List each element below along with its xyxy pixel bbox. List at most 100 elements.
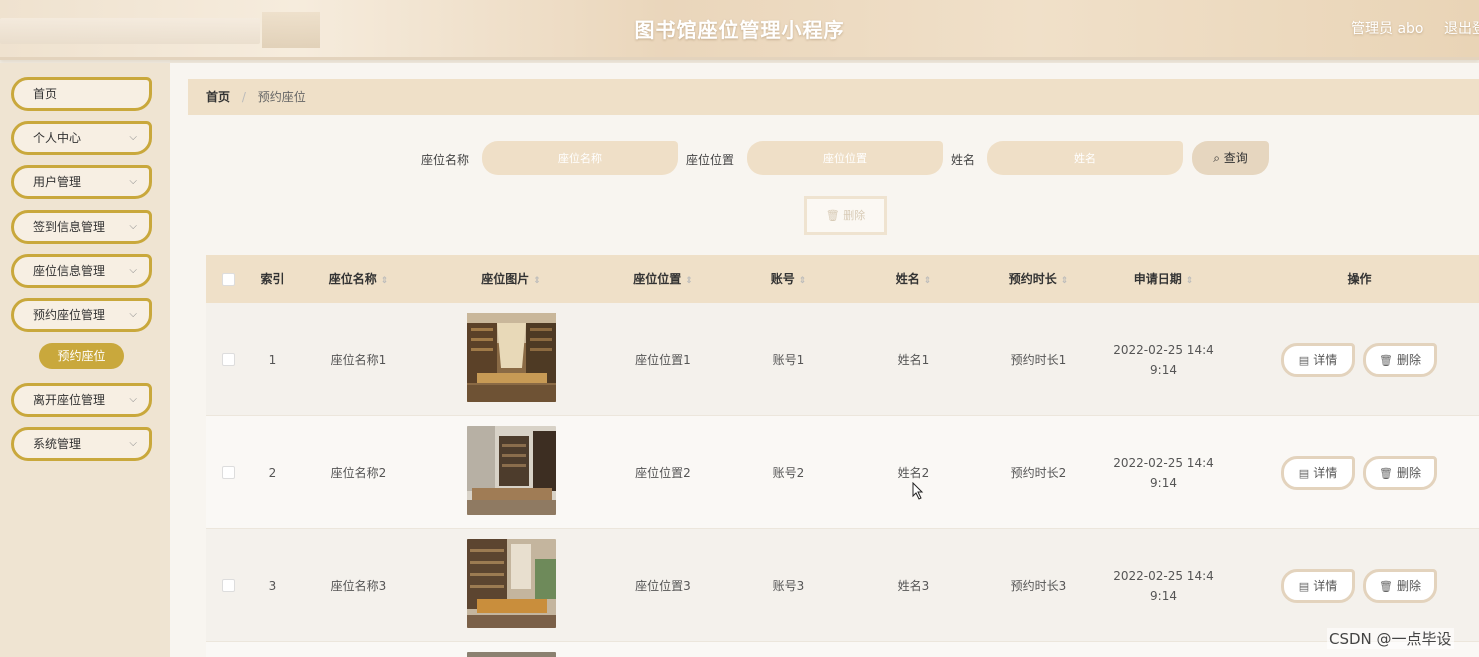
header-date[interactable]: 申请日期 ⇕ — [1101, 255, 1226, 303]
header-seat-image[interactable]: 座位图片 ⇕ — [422, 255, 600, 303]
sort-icon: ⇕ — [380, 276, 389, 286]
seat-image — [467, 426, 556, 515]
sidebar-item-checkin[interactable]: 签到信息管理 ⌵ — [11, 210, 152, 244]
header-index: 索引 — [260, 272, 285, 286]
cell-seat-name: 座位名称2 — [330, 466, 387, 480]
table-row: 2 座位名称2 座位位置2 账号2 姓名2 预约时长2 2022-02-25 1… — [206, 416, 1479, 529]
header-operations: 操作 — [1347, 272, 1372, 286]
trash-icon: 🗑 — [1379, 580, 1393, 593]
seat-location-input[interactable] — [747, 141, 943, 175]
seat-image — [467, 539, 556, 628]
seat-name-label: 座位名称 — [421, 153, 470, 167]
cell-seat-location: 座位位置1 — [635, 353, 691, 367]
detail-button[interactable]: ▤ 详情 — [1281, 569, 1355, 603]
delete-button[interactable]: 🗑 删除 — [1363, 569, 1437, 603]
sort-icon: ⇕ — [1185, 276, 1194, 286]
row-checkbox[interactable] — [222, 579, 235, 592]
breadcrumb-current: 预约座位 — [257, 90, 306, 104]
sidebar-item-seat-info[interactable]: 座位信息管理 ⌵ — [11, 254, 152, 288]
time-line: 9:14 — [1150, 588, 1177, 603]
sidebar-item-reservation[interactable]: 预约座位管理 ⌵ — [11, 298, 152, 332]
sort-icon: ⇕ — [1060, 276, 1069, 286]
cell-index: 1 — [268, 352, 277, 367]
detail-button[interactable]: ▤ 详情 — [1281, 456, 1355, 490]
top-header: 图书馆座位管理小程序 管理员 abo 退出登 — [0, 0, 1479, 60]
row-checkbox[interactable] — [222, 466, 235, 479]
breadcrumb-home[interactable]: 首页 — [206, 90, 230, 104]
name-label: 姓名 — [951, 153, 976, 167]
date-line: 2022-02-25 14:4 — [1113, 342, 1214, 357]
cell-name: 姓名2 — [897, 466, 930, 480]
batch-delete-label: 删除 — [843, 209, 866, 222]
delete-label: 删除 — [1396, 466, 1421, 480]
cell-index: 3 — [268, 578, 277, 593]
delete-button[interactable]: 🗑 删除 — [1363, 343, 1437, 377]
sidebar-item-label: 签到信息管理 — [33, 220, 106, 234]
delete-label: 删除 — [1396, 579, 1421, 593]
date-line: 2022-02-25 14:4 — [1113, 568, 1214, 583]
sort-icon: ⇕ — [685, 276, 693, 286]
batch-delete-button[interactable]: 🗑 删除 — [804, 196, 887, 235]
cell-duration: 预约时长3 — [1010, 579, 1067, 593]
header-account[interactable]: 账号 ⇕ — [726, 255, 851, 303]
detail-button[interactable]: ▤ 详情 — [1281, 343, 1355, 377]
cell-name: 姓名3 — [897, 579, 930, 593]
main-content: 首页 / 预约座位 座位名称 座位位置 姓名 ⌕ 查询 🗑 删除 索引 座位名称… — [170, 63, 1479, 657]
cell-account: 账号1 — [772, 353, 805, 367]
query-button[interactable]: ⌕ 查询 — [1192, 141, 1269, 175]
chevron-down-icon: ⌵ — [129, 176, 137, 187]
sidebar-item-home[interactable]: 首页 — [11, 77, 152, 111]
sidebar-item-label: 首页 — [33, 87, 58, 101]
chevron-down-icon: ⌵ — [129, 221, 137, 232]
sidebar-item-label: 个人中心 — [33, 131, 82, 145]
cell-seat-name: 座位名称1 — [330, 353, 387, 367]
delete-label: 删除 — [1396, 353, 1421, 367]
detail-label: 详情 — [1313, 466, 1338, 480]
sidebar-subitem-reserve-seat[interactable]: 预约座位 — [39, 343, 124, 369]
chevron-down-icon: ⌵ — [129, 265, 137, 276]
logout-link[interactable]: 退出登 — [1444, 18, 1479, 38]
chevron-down-icon: ⌵ — [129, 309, 137, 320]
name-input[interactable] — [987, 141, 1183, 175]
cell-date: 2022-02-25 14:4 9:14 — [1101, 416, 1226, 529]
header-label: 座位图片 — [481, 272, 530, 286]
header-label: 座位名称 — [328, 272, 377, 286]
mouse-cursor-icon — [912, 482, 924, 500]
header-seat-location[interactable]: 座位位置 ⇕ — [600, 255, 726, 303]
sidebar-item-personal[interactable]: 个人中心 ⌵ — [11, 121, 152, 155]
seat-location-label: 座位位置 — [686, 153, 735, 167]
breadcrumb-separator: / — [241, 90, 246, 104]
row-checkbox[interactable] — [222, 353, 235, 366]
delete-button[interactable]: 🗑 删除 — [1363, 456, 1437, 490]
table-row: 1 座位名称1 座位位置1 账号1 姓名1 预约时长1 2022-02-25 1… — [206, 303, 1479, 416]
sidebar-item-users[interactable]: 用户管理 ⌵ — [11, 165, 152, 199]
sidebar-item-label: 座位信息管理 — [33, 264, 106, 278]
sidebar-item-leave-seat[interactable]: 离开座位管理 ⌵ — [11, 383, 152, 417]
cell-seat-location: 座位位置3 — [635, 579, 691, 593]
cell-duration: 预约时长2 — [1010, 466, 1067, 480]
header-duration[interactable]: 预约时长 ⇕ — [976, 255, 1101, 303]
header-name[interactable]: 姓名 ⇕ — [851, 255, 976, 303]
app-title: 图书馆座位管理小程序 — [634, 18, 845, 42]
breadcrumb: 首页 / 预约座位 — [188, 79, 1479, 115]
chevron-down-icon: ⌵ — [129, 394, 137, 405]
sort-icon: ⇕ — [798, 276, 807, 286]
time-line: 9:14 — [1150, 475, 1177, 490]
sidebar-item-system[interactable]: 系统管理 ⌵ — [11, 427, 152, 461]
chevron-down-icon: ⌵ — [129, 132, 137, 143]
seat-name-input[interactable] — [482, 141, 678, 175]
header-seat-name[interactable]: 座位名称 ⇕ — [295, 255, 422, 303]
document-icon: ▤ — [1298, 580, 1310, 593]
time-line: 9:14 — [1150, 362, 1177, 377]
header-label: 预约时长 — [1008, 272, 1057, 286]
sidebar: 首页 个人中心 ⌵ 用户管理 ⌵ 签到信息管理 ⌵ 座位信息管理 ⌵ 预约座位管… — [0, 63, 170, 657]
cell-name: 姓名1 — [897, 353, 930, 367]
date-line: 2022-02-25 14:4 — [1113, 455, 1214, 470]
document-icon: ▤ — [1298, 467, 1310, 480]
table-header: 索引 座位名称 ⇕ 座位图片 ⇕ 座位位置 ⇕ 账号 ⇕ 姓名 ⇕ 预约时长 ⇕ 申请日期 ⇕… — [206, 255, 1479, 303]
cell-index: 2 — [268, 465, 277, 480]
trash-icon: 🗑 — [1379, 467, 1393, 480]
detail-label: 详情 — [1313, 353, 1338, 367]
sort-icon: ⇕ — [533, 276, 541, 286]
select-all-checkbox[interactable] — [222, 273, 235, 286]
